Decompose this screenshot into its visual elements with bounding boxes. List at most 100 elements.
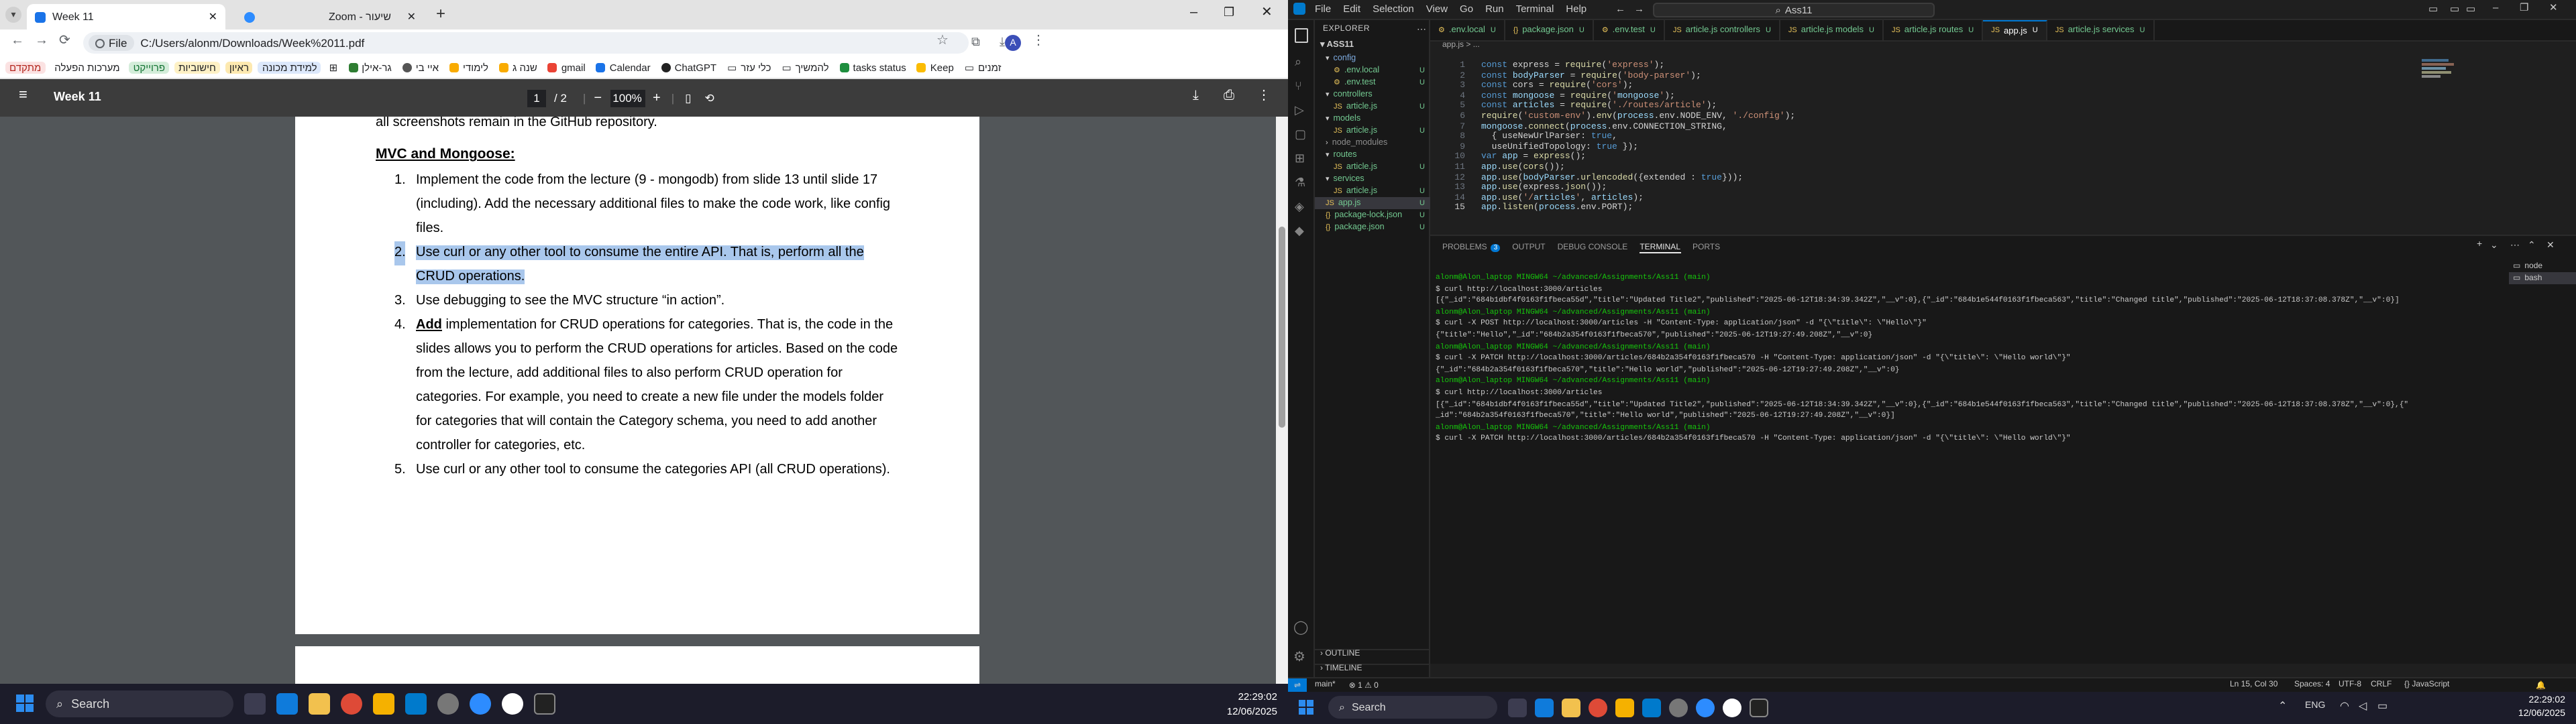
cursor-position[interactable]: Ln 15, Col 30 xyxy=(2230,681,2277,689)
terminal-icon[interactable] xyxy=(1750,699,1768,717)
vscode-icon[interactable] xyxy=(405,693,427,715)
tree-folder[interactable]: ▾ controllers xyxy=(1315,88,1430,101)
taskbar-search[interactable]: ⌕ Search xyxy=(1328,696,1497,719)
tab-week11[interactable]: Week 11 ✕ xyxy=(27,4,225,29)
menu-terminal[interactable]: Terminal xyxy=(1516,3,1554,15)
panel-tab-terminal[interactable]: TERMINAL xyxy=(1640,243,1680,253)
zoom-app-icon[interactable] xyxy=(470,693,491,715)
tree-file[interactable]: ⚙ .env.local U xyxy=(1315,64,1430,76)
source-control-icon[interactable]: ⑂ xyxy=(1295,79,1302,93)
tree-file[interactable]: {} package-lock.json U xyxy=(1315,209,1430,221)
bookmark-pill[interactable]: מתקדם xyxy=(5,61,46,73)
restore-icon[interactable]: ❐ xyxy=(1224,5,1234,20)
zoom-input[interactable]: 100% xyxy=(610,89,645,107)
breadcrumb[interactable]: app.js > ... xyxy=(1430,42,2576,55)
windows-start-icon[interactable] xyxy=(16,695,35,713)
extensions-icon[interactable]: ⧉ xyxy=(971,35,980,50)
bookmark-link[interactable]: איי בי xyxy=(402,61,439,73)
file-chip[interactable]: File xyxy=(89,35,134,51)
tree-folder[interactable]: ▾ routes xyxy=(1315,149,1430,161)
windows-start-icon[interactable] xyxy=(1299,700,1315,716)
more-actions-icon[interactable]: ⋯ xyxy=(1417,24,1426,35)
tree-folder[interactable]: › node_modules xyxy=(1315,137,1430,149)
docker-icon[interactable]: ◈ xyxy=(1295,200,1304,215)
close-panel-icon[interactable]: ✕ xyxy=(2546,240,2555,251)
menu-run[interactable]: Run xyxy=(1485,3,1504,15)
settings-icon[interactable] xyxy=(1669,699,1688,717)
chrome-icon[interactable] xyxy=(341,693,362,715)
menu-go[interactable]: Go xyxy=(1460,3,1473,15)
minimize-icon[interactable]: – xyxy=(1190,5,1197,20)
panel-tab-debug-console[interactable]: DEBUG CONSOLE xyxy=(1558,244,1628,252)
bookmark-link[interactable]: גר-אילן xyxy=(348,61,392,73)
panel-tab-problems[interactable]: PROBLEMS 3 xyxy=(1442,244,1501,252)
tree-file[interactable]: JS article.js U xyxy=(1315,185,1430,197)
editor-tab[interactable]: JS article.js controllers U xyxy=(1665,20,1780,40)
bookmark-folder[interactable]: ▭ כלי עזר xyxy=(727,61,771,73)
tab-search-icon[interactable]: ▾ xyxy=(5,7,21,23)
app-icon[interactable] xyxy=(1615,699,1634,717)
back-icon[interactable]: ← xyxy=(11,34,24,48)
battery-icon[interactable]: ▭ xyxy=(2377,700,2387,712)
more-actions-icon[interactable]: ⋯ xyxy=(2510,240,2520,251)
encoding[interactable]: UTF-8 xyxy=(2339,681,2361,689)
input-language[interactable]: ENG xyxy=(2305,701,2325,711)
layout-icon[interactable]: ▭ xyxy=(2466,3,2475,15)
tree-folder[interactable]: ▾ models xyxy=(1315,113,1430,125)
editor-tab[interactable]: {} package.json U xyxy=(1505,20,1594,40)
scrollbar-thumb[interactable] xyxy=(1279,227,1285,428)
menu-file[interactable]: File xyxy=(1315,3,1331,15)
account-icon[interactable]: ◯ xyxy=(1293,621,1308,636)
command-center-search[interactable]: ⌕ Ass11 xyxy=(1653,3,1935,17)
bookmark-folder[interactable]: ▭ זמנים xyxy=(965,61,1002,73)
clock[interactable]: 22:29:02 12/06/2025 xyxy=(1227,689,1277,719)
tab-zoom[interactable]: Zoom - שיעור ✕ xyxy=(236,4,424,29)
bookmark-link[interactable]: Keep xyxy=(916,61,954,73)
profile-avatar[interactable]: A xyxy=(1005,35,1021,51)
layout-icon[interactable]: ▭ xyxy=(2450,3,2459,15)
menu-edit[interactable]: Edit xyxy=(1343,3,1360,15)
timeline-section[interactable]: › TIMELINE xyxy=(1315,664,1430,678)
tray-overflow-icon[interactable]: ⌃ xyxy=(2278,700,2287,712)
bookmark-link[interactable]: Calendar xyxy=(596,61,651,73)
git-branch[interactable]: main* xyxy=(1315,681,1336,689)
terminal-icon[interactable] xyxy=(534,693,555,715)
manage-gear-icon[interactable]: ⚙ xyxy=(1293,650,1305,665)
nav-back-icon[interactable]: ← xyxy=(1615,3,1625,15)
pdf-menu-icon[interactable]: ≡ xyxy=(19,87,28,103)
task-view-icon[interactable] xyxy=(244,693,266,715)
file-explorer-icon[interactable] xyxy=(309,693,330,715)
tree-file[interactable]: ⚙ .env.test U xyxy=(1315,76,1430,88)
task-view-icon[interactable] xyxy=(1508,699,1527,717)
chrome-icon[interactable] xyxy=(1589,699,1607,717)
remote-indicator-icon[interactable]: ⇌ xyxy=(1288,678,1307,692)
mongodb-icon[interactable]: ◆ xyxy=(1295,224,1304,239)
panel-tab-output[interactable]: OUTPUT xyxy=(1512,244,1545,252)
rotate-icon[interactable]: ⟲ xyxy=(705,90,714,105)
panel-tab-ports[interactable]: PORTS xyxy=(1693,244,1720,252)
bookmark-link[interactable]: tasks status xyxy=(839,61,906,73)
vscode-icon[interactable] xyxy=(1642,699,1661,717)
close-tab-icon[interactable]: ✕ xyxy=(407,11,416,23)
app-icon[interactable] xyxy=(276,693,298,715)
project-root[interactable]: ▾ ASS11 xyxy=(1320,39,1354,50)
taskbar-search[interactable]: ⌕ Search xyxy=(46,690,233,717)
tree-file[interactable]: JS article.js U xyxy=(1315,125,1430,137)
pdf-scrollbar[interactable] xyxy=(1276,117,1288,684)
terminal-output[interactable]: alonm@Alon_laptop MINGW64 ~/advanced/Ass… xyxy=(1436,272,2469,445)
bookmark-link[interactable]: ChatGPT xyxy=(661,61,716,73)
tree-file[interactable]: JS app.js U xyxy=(1315,197,1430,209)
extensions-icon[interactable]: ⊞ xyxy=(1295,152,1305,166)
explorer-icon[interactable] xyxy=(1295,28,1308,43)
close-window-icon[interactable]: ✕ xyxy=(2549,1,2558,13)
editor-tab[interactable]: ⚙ .env.local U xyxy=(1430,20,1505,40)
volume-icon[interactable]: ◁ xyxy=(2359,700,2367,712)
tree-file[interactable]: {} package.json U xyxy=(1315,221,1430,233)
address-bar[interactable]: File C:/Users/alonm/Downloads/Week%2011.… xyxy=(83,32,969,54)
clock[interactable]: 22:29:02 12/06/2025 xyxy=(2518,695,2565,721)
bookmark-pill[interactable]: ראיון xyxy=(225,61,253,73)
bookmark-pill[interactable]: פרוייקט xyxy=(129,61,170,73)
menu-help[interactable]: Help xyxy=(1566,3,1587,15)
editor-tab[interactable]: JS app.js U xyxy=(1983,20,2047,40)
bookmark-pill[interactable]: למידת מכונה xyxy=(258,61,321,73)
